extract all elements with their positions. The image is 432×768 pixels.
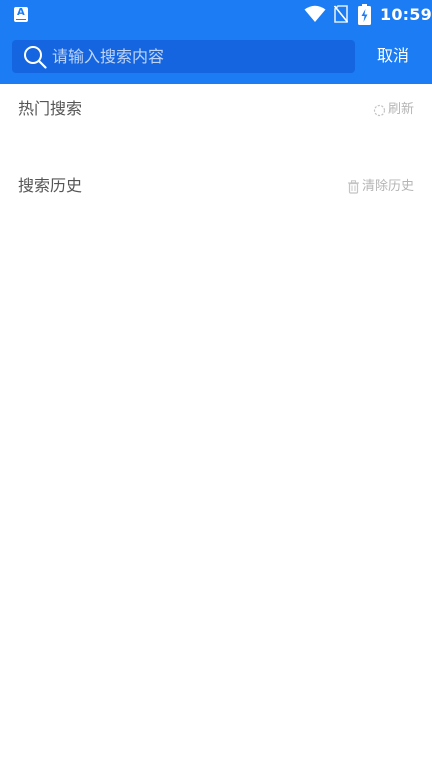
search-input[interactable] [52, 40, 342, 73]
app-header: A 10:59 取消 [0, 0, 432, 84]
wifi-icon [304, 5, 326, 22]
cancel-button[interactable]: 取消 [366, 42, 420, 70]
app-notification-letter: A [17, 7, 25, 18]
battery-charging-icon [358, 4, 371, 25]
search-box[interactable] [12, 40, 355, 73]
trash-icon [347, 180, 359, 194]
hot-search-title: 热门搜索 [18, 99, 83, 118]
refresh-label: 刷新 [387, 102, 414, 117]
status-time: 10:59 [380, 5, 432, 24]
search-history-title: 搜索历史 [18, 176, 83, 195]
search-icon [24, 46, 47, 69]
app-notification-icon: A [14, 7, 28, 22]
no-sim-icon [334, 5, 348, 23]
status-bar: A 10:59 [0, 0, 432, 30]
refresh-button[interactable]: 刷新 [373, 101, 414, 119]
clear-history-label: 清除历史 [361, 179, 414, 194]
clear-history-button[interactable]: 清除历史 [347, 178, 414, 196]
refresh-icon [373, 104, 386, 116]
